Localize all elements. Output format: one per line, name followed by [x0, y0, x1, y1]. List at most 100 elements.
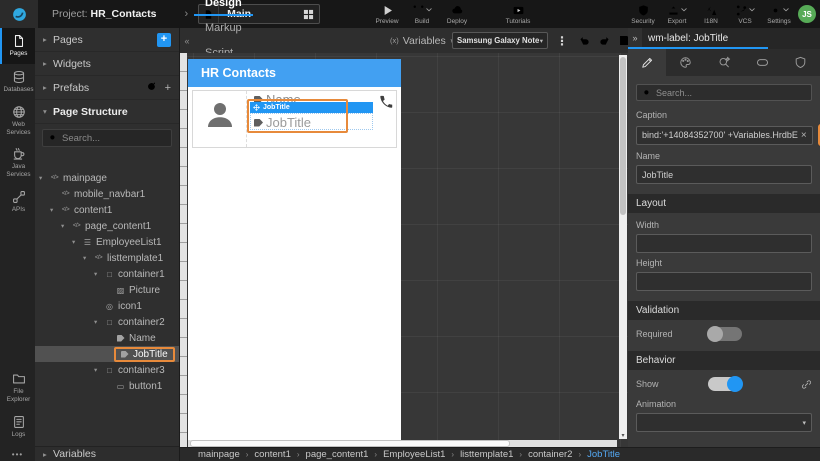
scroll-down-icon[interactable]: ▾: [619, 432, 627, 439]
design-canvas[interactable]: HR Contacts Name JobTitle JobTitle ▾: [180, 53, 628, 447]
breadcrumb-item-mainpage[interactable]: mainpage: [198, 449, 240, 460]
canvas-vertical-scrollbar[interactable]: ▾: [619, 55, 627, 439]
device-selector[interactable]: Samsung Galaxy Note III ▾: [452, 32, 548, 49]
tree-node-icon1[interactable]: icon1: [35, 298, 179, 314]
tag-icon: [114, 334, 127, 342]
canvas-horizontal-scrollbar[interactable]: [188, 440, 617, 447]
breadcrumb-item-listtemplate1[interactable]: listtemplate1: [460, 449, 513, 460]
grid-icon[interactable]: [297, 5, 319, 23]
export-button[interactable]: Export: [664, 4, 690, 25]
tree-node-page-content1[interactable]: ▾ page_content1: [35, 218, 179, 234]
section-prefabs[interactable]: ▸ Prefabs +: [35, 76, 179, 100]
list-item-card[interactable]: Name JobTitle JobTitle: [192, 90, 397, 148]
phone-preview[interactable]: HR Contacts Name JobTitle JobTitle: [188, 59, 401, 442]
section-pages[interactable]: ▸ Pages +: [35, 28, 179, 52]
chevron-down-icon[interactable]: ▾: [72, 238, 81, 246]
breadcrumb-item-employeelist1[interactable]: EmployeeList1: [383, 449, 445, 460]
chevron-down-icon[interactable]: ▾: [39, 174, 48, 182]
collapse-left-panel-icon[interactable]: «: [180, 36, 194, 46]
chevron-right-icon: ›: [296, 450, 300, 459]
bind-show-icon[interactable]: [801, 379, 812, 390]
wavemaker-logo[interactable]: [0, 0, 38, 28]
section-page-structure[interactable]: ▾ Page Structure: [35, 100, 179, 124]
tree-node-name[interactable]: Name: [35, 330, 179, 346]
button-icon: [114, 382, 127, 391]
chevron-down-icon[interactable]: ▾: [94, 270, 103, 278]
chevron-down-icon[interactable]: ▾: [83, 254, 92, 262]
chevron-right-icon[interactable]: ›: [184, 8, 188, 20]
canvas-toolbar: « DesignMarkupScriptStyle (x) Variables …: [180, 0, 629, 84]
caption-input[interactable]: bind:'+14084352700' +Variables.HrdbE ×: [636, 125, 813, 145]
add-page-button[interactable]: +: [157, 32, 171, 47]
tree-node-listtemplate1[interactable]: ▾ listtemplate1: [35, 250, 179, 266]
tree-node-container1[interactable]: ▾ container1: [35, 266, 179, 282]
chevron-down-icon[interactable]: ▾: [94, 366, 103, 374]
add-prefab-icon[interactable]: +: [165, 82, 171, 94]
properties-tab-security[interactable]: [782, 49, 820, 76]
animation-select[interactable]: ▾: [636, 413, 812, 432]
sidebar-item-file-explorer[interactable]: File Explorer: [0, 367, 35, 409]
tab-design[interactable]: Design: [194, 0, 253, 16]
vcs-button[interactable]: VCS: [732, 4, 758, 25]
i18n-button[interactable]: I18N: [698, 4, 724, 25]
label-container[interactable]: Name JobTitle JobTitle: [247, 91, 374, 147]
height-input[interactable]: [636, 272, 812, 291]
sidebar-item-databases[interactable]: Databases: [0, 64, 35, 100]
sidebar-item-java-services[interactable]: Java Services: [0, 142, 35, 184]
refresh-icon[interactable]: [146, 81, 157, 95]
properties-tab-styles[interactable]: [666, 49, 704, 76]
section-widgets[interactable]: ▸ Widgets: [35, 52, 179, 76]
clear-icon[interactable]: ×: [801, 130, 807, 141]
properties-tab-properties[interactable]: [628, 49, 667, 76]
chevron-down-icon[interactable]: ▾: [61, 222, 70, 230]
variables-dropdown[interactable]: (x) Variables ∨: [390, 35, 455, 47]
deploy-button[interactable]: Deploy: [444, 4, 470, 25]
tree-node-container2[interactable]: ▾ container2: [35, 314, 179, 330]
name-label: Name: [636, 151, 661, 161]
preview-button[interactable]: Preview: [374, 4, 400, 25]
width-input[interactable]: [636, 234, 812, 253]
tree-node-content1[interactable]: ▾ content1: [35, 202, 179, 218]
tree-node-picture[interactable]: Picture: [35, 282, 179, 298]
tree-node-employeelist1[interactable]: ▾ EmployeeList1: [35, 234, 179, 250]
tree-node-container3[interactable]: ▾ container3: [35, 362, 179, 378]
avatar[interactable]: JS: [798, 5, 816, 23]
undo-icon[interactable]: [578, 34, 591, 52]
name-input[interactable]: JobTitle: [636, 165, 812, 184]
chevron-down-icon[interactable]: ▾: [50, 206, 59, 214]
section-variables[interactable]: ▸ Variables: [35, 446, 179, 461]
properties-tab-device[interactable]: [743, 49, 781, 76]
picture-widget[interactable]: [193, 91, 247, 147]
breadcrumb-item-content1[interactable]: content1: [254, 449, 290, 460]
tutorials-button[interactable]: Tutorials: [505, 4, 531, 25]
sidebar-item-logs[interactable]: Logs: [0, 409, 35, 445]
tree-node-jobtitle[interactable]: JobTitle: [35, 346, 179, 362]
call-icon[interactable]: [377, 94, 395, 109]
more-icon[interactable]: •••: [0, 450, 35, 459]
required-toggle[interactable]: [707, 326, 742, 342]
show-toggle[interactable]: [708, 376, 743, 392]
settings-button[interactable]: Settings: [766, 4, 792, 25]
collapse-right-panel-icon[interactable]: »: [628, 28, 642, 49]
properties-panel: » wm-label: JobTitle Search... Caption b…: [628, 28, 820, 447]
tree-node-mobile-navbar1[interactable]: mobile_navbar1: [35, 186, 179, 202]
structure-search-input[interactable]: Search...: [42, 129, 172, 147]
rail-item-label: Logs: [11, 431, 26, 439]
chevron-down-icon[interactable]: ▾: [94, 318, 103, 326]
breadcrumb-item-page-content1[interactable]: page_content1: [306, 449, 369, 460]
breadcrumb-item-jobtitle[interactable]: JobTitle: [587, 449, 620, 460]
properties-search-input[interactable]: Search...: [636, 84, 812, 101]
sidebar-item-pages[interactable]: Pages: [0, 28, 35, 64]
properties-tab-advanced[interactable]: [705, 49, 743, 76]
security-button[interactable]: Security: [630, 4, 656, 25]
breadcrumb-item-container2[interactable]: container2: [528, 449, 572, 460]
build-button[interactable]: Build: [409, 4, 435, 25]
tree-node-button1[interactable]: button1: [35, 378, 179, 394]
redo-icon[interactable]: [598, 34, 611, 52]
sidebar-item-web-services[interactable]: Web Services: [0, 100, 35, 142]
tab-markup[interactable]: Markup: [194, 16, 253, 41]
kebab-menu-icon[interactable]: ⋮: [556, 34, 568, 48]
deploy-label: Deploy: [446, 17, 468, 25]
tree-node-mainpage[interactable]: ▾ mainpage: [35, 170, 179, 186]
sidebar-item-apis[interactable]: APIs: [0, 183, 35, 219]
